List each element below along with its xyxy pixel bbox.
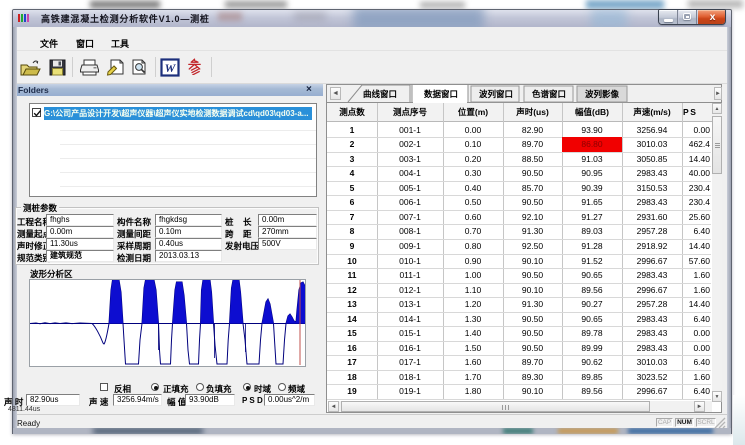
svg-text:W: W bbox=[165, 61, 177, 75]
